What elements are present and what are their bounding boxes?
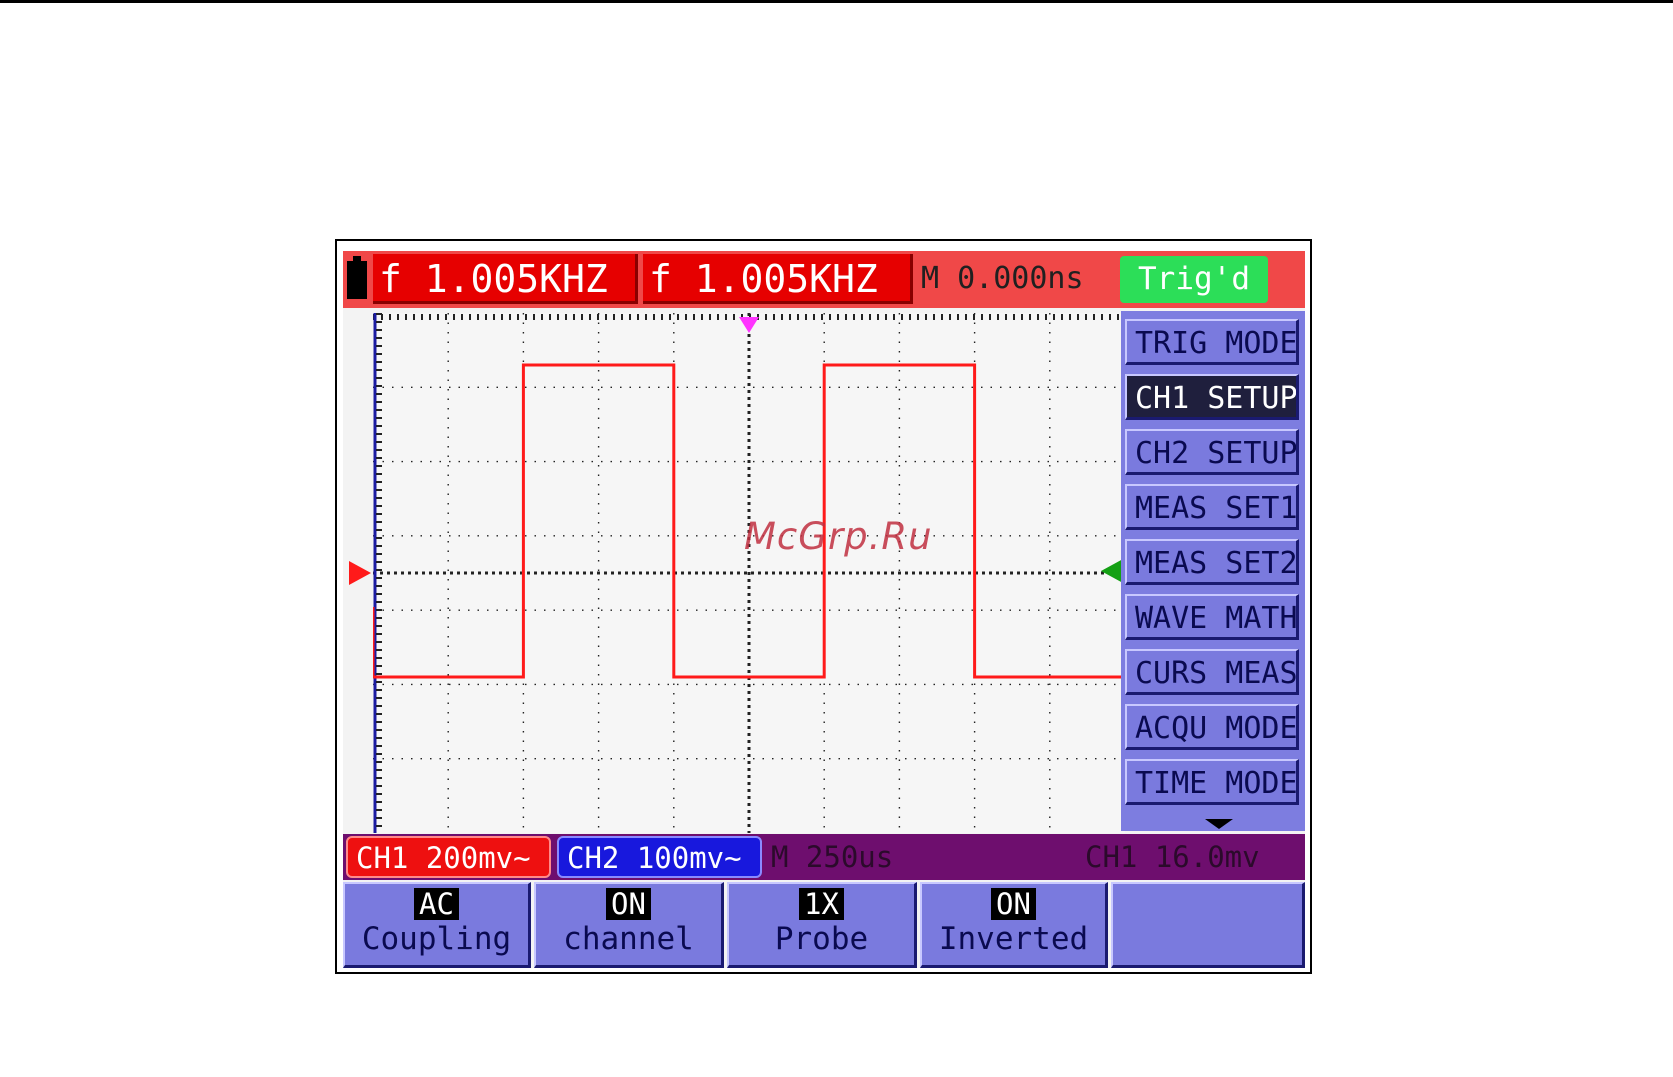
watermark-text: McGrp.Ru [744, 515, 933, 558]
ch2-frequency-readout: f 1.005KHZ [643, 254, 913, 304]
menu-ch1-setup[interactable]: CH1 SETUP [1125, 374, 1299, 420]
menu-curs-meas[interactable]: CURS MEAS [1125, 649, 1299, 695]
softkey-probe[interactable]: 1X Probe [727, 882, 917, 968]
softkey-coupling[interactable]: AC Coupling [343, 882, 531, 968]
menu-time-mode[interactable]: TIME MODE [1125, 759, 1299, 805]
oscilloscope-display: f 1.005KHZ f 1.005KHZ M 0.000ns Trig'd T… [335, 239, 1312, 974]
timebase-readout: M 250us [771, 840, 894, 874]
softkey-inverted-label: Inverted [938, 921, 1089, 957]
menu-wave-math[interactable]: WAVE MATH [1125, 594, 1299, 640]
ch1-scale-readout: CH1 200mv~ [346, 836, 551, 878]
softkey-channel-label: channel [563, 921, 694, 957]
lcd-screen: f 1.005KHZ f 1.005KHZ M 0.000ns Trig'd T… [343, 251, 1305, 968]
softkey-inverted-value: ON [991, 888, 1036, 920]
function-menu: TRIG MODE CH1 SETUP CH2 SETUP MEAS SET1 … [1121, 311, 1305, 831]
softkey-coupling-value: AC [414, 888, 459, 920]
menu-trig-mode[interactable]: TRIG MODE [1125, 319, 1299, 365]
waveform-plot [373, 313, 1125, 833]
ch1-ground-marker-icon [349, 561, 371, 585]
trigger-status-badge: Trig'd [1120, 256, 1268, 303]
ch2-scale-readout: CH2 100mv~ [557, 836, 762, 878]
softkey-probe-value: 1X [799, 888, 844, 920]
softkey-channel[interactable]: ON channel [534, 882, 724, 968]
status-bar: f 1.005KHZ f 1.005KHZ M 0.000ns Trig'd [343, 251, 1305, 308]
softkey-probe-label: Probe [774, 921, 869, 957]
menu-acqu-mode[interactable]: ACQU MODE [1125, 704, 1299, 750]
page-top-rule [0, 0, 1673, 3]
menu-ch2-setup[interactable]: CH2 SETUP [1125, 429, 1299, 475]
battery-icon [347, 256, 367, 299]
softkey-blank[interactable] [1111, 882, 1305, 968]
softkey-coupling-label: Coupling [361, 921, 512, 957]
menu-meas-set1[interactable]: MEAS SET1 [1125, 484, 1299, 530]
menu-scroll-down-icon[interactable] [1205, 819, 1233, 829]
softkey-bar: AC Coupling ON channel 1X Probe ON Inver… [343, 882, 1305, 968]
trigger-delay-readout: M 0.000ns [921, 261, 1084, 296]
softkey-inverted[interactable]: ON Inverted [920, 882, 1108, 968]
softkey-channel-value: ON [606, 888, 651, 920]
trigger-level-readout: CH1 16.0mv [1085, 840, 1260, 874]
ch1-frequency-readout: f 1.005KHZ [373, 254, 638, 304]
info-bar: CH1 200mv~ CH2 100mv~ M 250us CH1 16.0mv [343, 834, 1305, 880]
menu-meas-set2[interactable]: MEAS SET2 [1125, 539, 1299, 585]
waveform-svg [373, 313, 1125, 833]
